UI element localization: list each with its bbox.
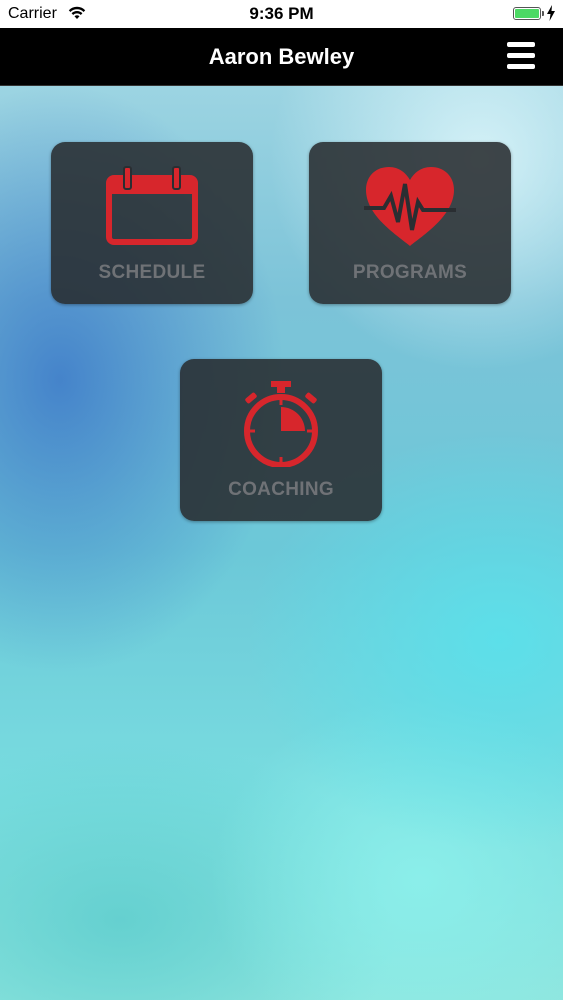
hamburger-menu-icon[interactable]: [507, 42, 537, 72]
coaching-button[interactable]: COACHING: [180, 359, 382, 521]
menu-line: [507, 53, 535, 58]
coaching-label: COACHING: [228, 479, 334, 500]
heartbeat-icon: [364, 167, 456, 246]
schedule-label: SCHEDULE: [98, 262, 206, 283]
menu-line: [507, 42, 535, 47]
charging-bolt-icon: [547, 5, 555, 21]
navigation-bar: Aaron Bewley: [0, 28, 563, 86]
schedule-button[interactable]: SCHEDULE: [51, 142, 253, 304]
battery-level: [515, 9, 539, 18]
menu-line: [507, 64, 535, 69]
page-title: Aaron Bewley: [208, 44, 355, 69]
battery-tip: [542, 11, 544, 16]
calendar-icon: [106, 166, 198, 245]
status-bar: Carrier 9:36 PM: [0, 0, 563, 28]
battery-icon: [513, 7, 541, 20]
programs-label: PROGRAMS: [352, 262, 468, 283]
app-screen: Carrier 9:36 PM Aaron Bewley SCHEDULE PR…: [0, 0, 563, 1000]
status-time: 9:36 PM: [249, 4, 314, 23]
stopwatch-icon: [244, 381, 318, 467]
programs-button[interactable]: PROGRAMS: [309, 142, 511, 304]
